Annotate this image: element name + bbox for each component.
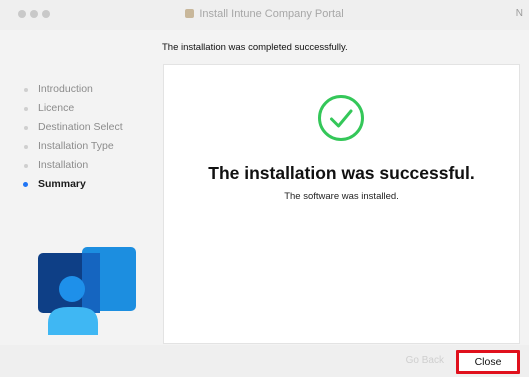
footer-bar: [0, 345, 529, 377]
step-destination-select: Destination Select: [0, 118, 150, 137]
success-subline: The software was installed.: [284, 191, 399, 202]
step-bullet: [24, 88, 28, 92]
step-summary: Summary: [0, 175, 150, 194]
step-licence: Licence: [0, 99, 150, 118]
status-message: The installation was completed successfu…: [162, 42, 348, 53]
window-title: Install Intune Company Portal: [0, 8, 529, 20]
window-title-text: Install Intune Company Portal: [199, 8, 344, 20]
step-bullet: [24, 126, 28, 130]
company-portal-logo-icon: [38, 247, 136, 335]
title-bar: Install Intune Company Portal N: [0, 0, 529, 30]
step-bullet: [24, 145, 28, 149]
summary-panel: The installation was successful. The sof…: [163, 64, 520, 344]
step-label: Installation: [38, 159, 89, 171]
steps-sidebar: Introduction Licence Destination Select …: [0, 80, 150, 194]
step-label: Summary: [38, 178, 86, 190]
package-icon: [185, 9, 195, 18]
step-introduction: Introduction: [0, 80, 150, 99]
checkmark-circle-icon: [318, 95, 364, 141]
step-bullet-active: [23, 182, 28, 187]
success-headline: The installation was successful.: [208, 163, 475, 183]
step-installation: Installation: [0, 156, 150, 175]
step-bullet: [24, 164, 28, 168]
close-button[interactable]: Close: [456, 350, 520, 374]
step-label: Destination Select: [38, 121, 123, 133]
step-label: Licence: [38, 102, 75, 114]
step-label: Installation Type: [38, 140, 114, 152]
step-label: Introduction: [38, 83, 93, 95]
go-back-button[interactable]: Go Back: [388, 351, 444, 371]
window-edge-glyph: N: [515, 8, 523, 19]
step-bullet: [24, 107, 28, 111]
step-installation-type: Installation Type: [0, 137, 150, 156]
